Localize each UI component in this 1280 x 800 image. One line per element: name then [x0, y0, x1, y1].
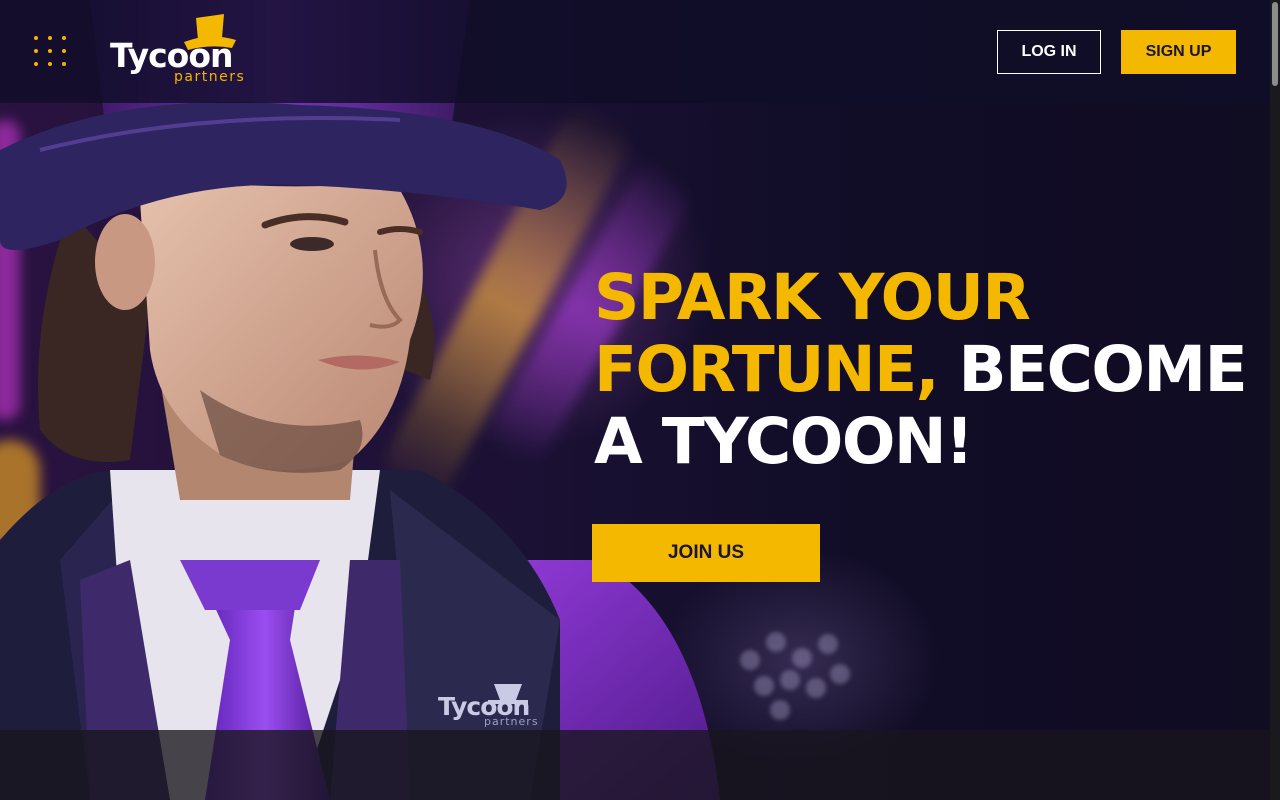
join-us-button[interactable]: JOIN US — [592, 524, 820, 582]
log-in-button[interactable]: LOG IN — [997, 30, 1101, 74]
menu-dots-icon[interactable] — [34, 36, 68, 70]
page-scrollbar[interactable] — [1270, 0, 1280, 800]
logo-subtitle: partners — [174, 69, 246, 85]
sign-up-button[interactable]: SIGN UP — [1121, 30, 1236, 74]
headline-line-2: BECOME — [938, 333, 1248, 406]
headline-line-3: A TYCOON! — [594, 405, 974, 478]
brand-logo[interactable]: Tycoon partners — [110, 14, 262, 90]
scrollbar-thumb[interactable] — [1272, 2, 1278, 86]
svg-text:partners: partners — [484, 715, 539, 728]
hero-headline: SPARK YOUR FORTUNE, BECOME A TYCOON! — [594, 262, 1254, 478]
headline-accent: FORTUNE, — [594, 333, 940, 406]
bottom-band — [0, 730, 1270, 800]
headline-line-1: SPARK YOUR — [594, 261, 1031, 334]
bokeh-lights — [730, 620, 860, 730]
